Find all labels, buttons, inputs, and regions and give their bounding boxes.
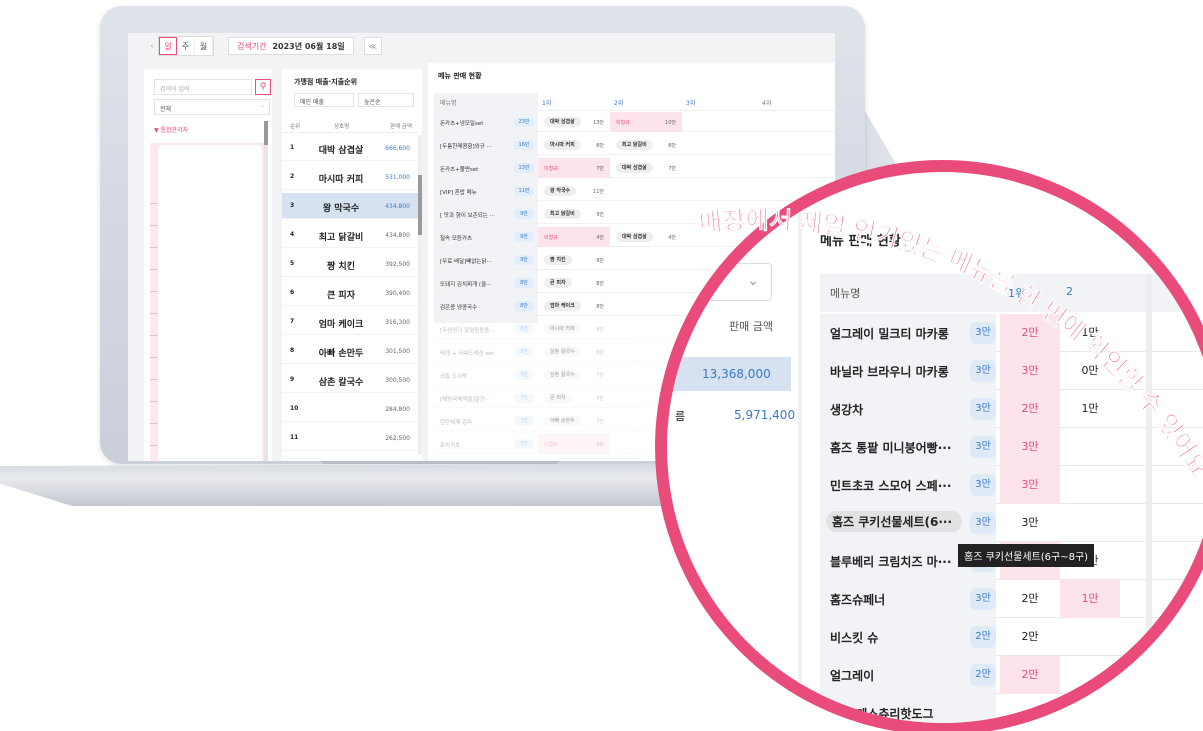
caption-arc: 매장에서 제일 인기있는 메뉴를 한 번에 확인할 수 있어요!: [0, 0, 1203, 483]
svg-text:매장에서 제일 인기있는 메뉴를 한 번에 확인할 수 있어: 매장에서 제일 인기있는 메뉴를 한 번에 확인할 수 있어요!: [0, 0, 1203, 482]
caption-text: 매장에서 제일 인기있는 메뉴를 한 번에 확인할 수 있어요!: [0, 0, 1203, 483]
promo-stage: ‹ 일 주 월 검색기간 2023년 06월 18일 ≪ 검색어 입력 ⚲ 전체…: [0, 0, 1203, 731]
